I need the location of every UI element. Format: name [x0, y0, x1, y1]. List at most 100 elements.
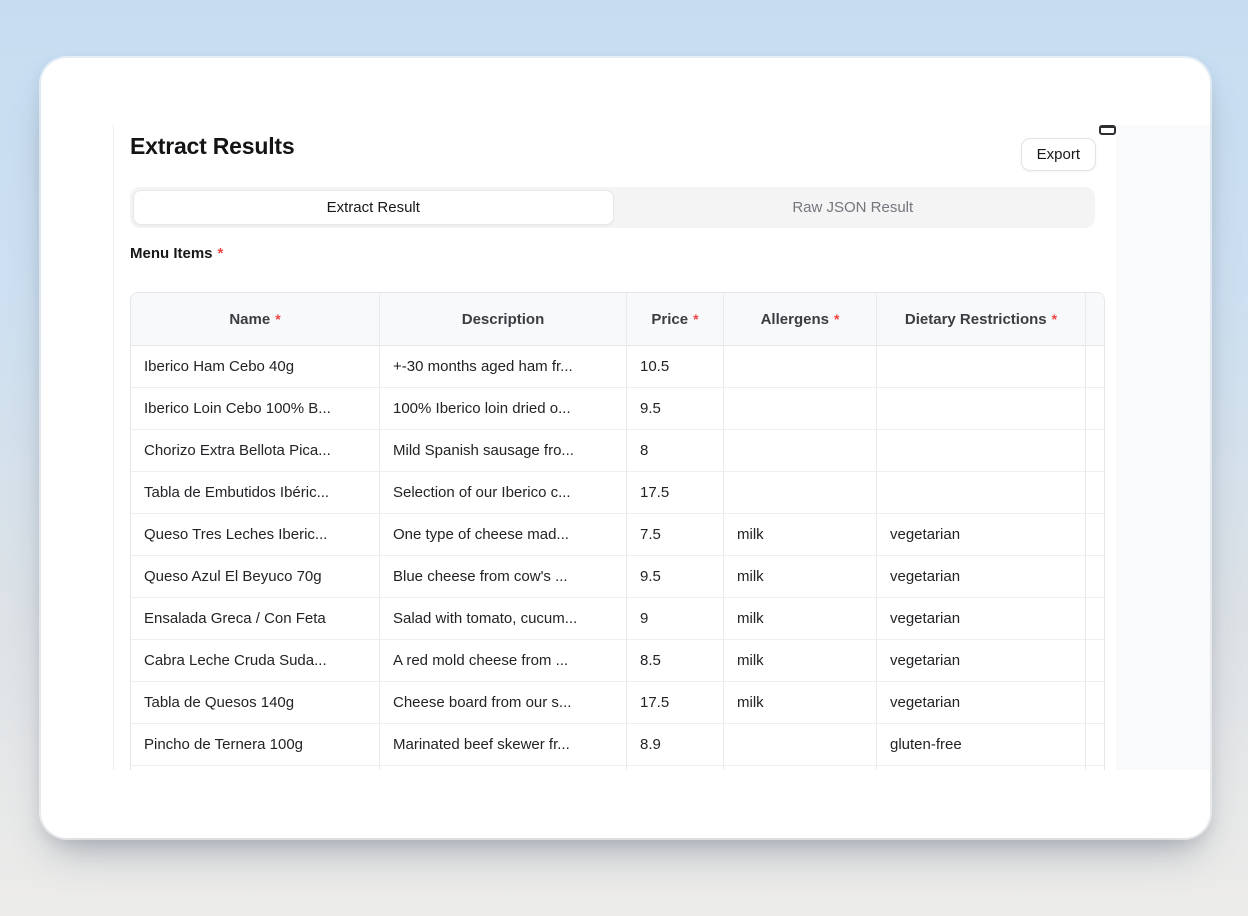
column-header-label: Dietary Restrictions [905, 311, 1047, 328]
cell-empty [131, 766, 379, 770]
cell-name: Pincho de Ternera 100g [131, 724, 379, 766]
cell-price: 9 [626, 598, 723, 640]
cell-description: One type of cheese mad... [379, 514, 626, 556]
results-card: Extract Results Export Extract Result Ra… [41, 58, 1210, 838]
cell-description: Cheese board from our s... [379, 682, 626, 724]
cell-description: Selection of our Iberico c... [379, 472, 626, 514]
cell-empty [1085, 766, 1104, 770]
required-asterisk: * [218, 245, 224, 262]
cell-name: Queso Tres Leches Iberic... [131, 514, 379, 556]
table-row: Queso Azul El Beyuco 70gBlue cheese from… [131, 556, 1104, 598]
table-row: Queso Tres Leches Iberic...One type of c… [131, 514, 1104, 556]
cell-name: Ensalada Greca / Con Feta [131, 598, 379, 640]
cell-stub [1085, 346, 1104, 388]
cell-price: 8.5 [626, 640, 723, 682]
cell-dietary [876, 346, 1085, 388]
cell-description: 100% Iberico loin dried o... [379, 388, 626, 430]
content-viewport: Extract Results Export Extract Result Ra… [113, 125, 1116, 770]
table-header-row: Name*DescriptionPrice*Allergens*Dietary … [131, 293, 1104, 346]
cell-stub [1085, 640, 1104, 682]
column-header: Dietary Restrictions * [876, 293, 1085, 346]
cell-name: Iberico Loin Cebo 100% B... [131, 388, 379, 430]
cell-description: Mild Spanish sausage fro... [379, 430, 626, 472]
cell-stub [1085, 430, 1104, 472]
cell-name: Iberico Ham Cebo 40g [131, 346, 379, 388]
cell-empty [626, 766, 723, 770]
menu-items-label: Menu Items * [130, 245, 223, 262]
column-header: Price * [626, 293, 723, 346]
cell-description: Salad with tomato, cucum... [379, 598, 626, 640]
table-row: Cabra Leche Cruda Suda...A red mold chee… [131, 640, 1104, 682]
cell-allergens: milk [723, 682, 876, 724]
column-header: Name * [131, 293, 379, 346]
cell-stub [1085, 724, 1104, 766]
column-header-stub [1085, 293, 1104, 346]
clipped-toolbar-icon[interactable] [1099, 125, 1116, 135]
table-body: Iberico Ham Cebo 40g+-30 months aged ham… [131, 346, 1104, 770]
cell-stub [1085, 556, 1104, 598]
column-header-label: Price [651, 311, 688, 328]
table-row-partial [131, 766, 1104, 770]
cell-allergens [723, 472, 876, 514]
cell-empty [379, 766, 626, 770]
cell-stub [1085, 682, 1104, 724]
export-button[interactable]: Export [1021, 138, 1096, 171]
cell-price: 9.5 [626, 388, 723, 430]
scroll-gutter [1115, 125, 1210, 770]
table-row: Tabla de Embutidos Ibéric...Selection of… [131, 472, 1104, 514]
cell-price: 8 [626, 430, 723, 472]
page-background: Extract Results Export Extract Result Ra… [0, 0, 1248, 916]
cell-description: Blue cheese from cow's ... [379, 556, 626, 598]
column-header-label: Description [462, 311, 545, 328]
cell-price: 8.9 [626, 724, 723, 766]
column-header: Allergens * [723, 293, 876, 346]
cell-description: Marinated beef skewer fr... [379, 724, 626, 766]
cell-price: 9.5 [626, 556, 723, 598]
cell-dietary: gluten-free [876, 724, 1085, 766]
cell-name: Chorizo Extra Bellota Pica... [131, 430, 379, 472]
table-row: Ensalada Greca / Con FetaSalad with toma… [131, 598, 1104, 640]
cell-dietary: vegetarian [876, 682, 1085, 724]
table-row: Chorizo Extra Bellota Pica...Mild Spanis… [131, 430, 1104, 472]
table-row: Pincho de Ternera 100gMarinated beef ske… [131, 724, 1104, 766]
cell-dietary: vegetarian [876, 514, 1085, 556]
cell-price: 10.5 [626, 346, 723, 388]
required-asterisk: * [275, 311, 280, 327]
cell-allergens [723, 724, 876, 766]
column-header-label: Name [229, 311, 270, 328]
tab-extract-result[interactable]: Extract Result [133, 190, 614, 225]
cell-stub [1085, 472, 1104, 514]
column-header-label: Allergens [761, 311, 829, 328]
table-wrapper: Name*DescriptionPrice*Allergens*Dietary … [130, 292, 1105, 770]
cell-dietary: vegetarian [876, 598, 1085, 640]
tab-raw-json-result[interactable]: Raw JSON Result [614, 190, 1093, 225]
tab-bar: Extract Result Raw JSON Result [130, 187, 1095, 228]
cell-name: Queso Azul El Beyuco 70g [131, 556, 379, 598]
cell-dietary [876, 388, 1085, 430]
cell-dietary [876, 430, 1085, 472]
cell-description: A red mold cheese from ... [379, 640, 626, 682]
cell-dietary: vegetarian [876, 556, 1085, 598]
required-asterisk: * [834, 311, 839, 327]
cell-stub [1085, 598, 1104, 640]
page-title: Extract Results [130, 133, 294, 160]
cell-stub [1085, 514, 1104, 556]
cell-allergens: milk [723, 514, 876, 556]
results-table: Name*DescriptionPrice*Allergens*Dietary … [130, 292, 1105, 770]
cell-dietary: vegetarian [876, 640, 1085, 682]
menu-items-label-text: Menu Items [130, 245, 213, 262]
cell-allergens: milk [723, 556, 876, 598]
cell-name: Cabra Leche Cruda Suda... [131, 640, 379, 682]
cell-price: 17.5 [626, 472, 723, 514]
cell-name: Tabla de Embutidos Ibéric... [131, 472, 379, 514]
cell-name: Tabla de Quesos 140g [131, 682, 379, 724]
cell-description: +-30 months aged ham fr... [379, 346, 626, 388]
table-row: Tabla de Quesos 140gCheese board from ou… [131, 682, 1104, 724]
table-row: Iberico Loin Cebo 100% B...100% Iberico … [131, 388, 1104, 430]
cell-price: 7.5 [626, 514, 723, 556]
required-asterisk: * [1052, 311, 1057, 327]
required-asterisk: * [693, 311, 698, 327]
cell-empty [876, 766, 1085, 770]
cell-allergens [723, 346, 876, 388]
cell-dietary [876, 472, 1085, 514]
